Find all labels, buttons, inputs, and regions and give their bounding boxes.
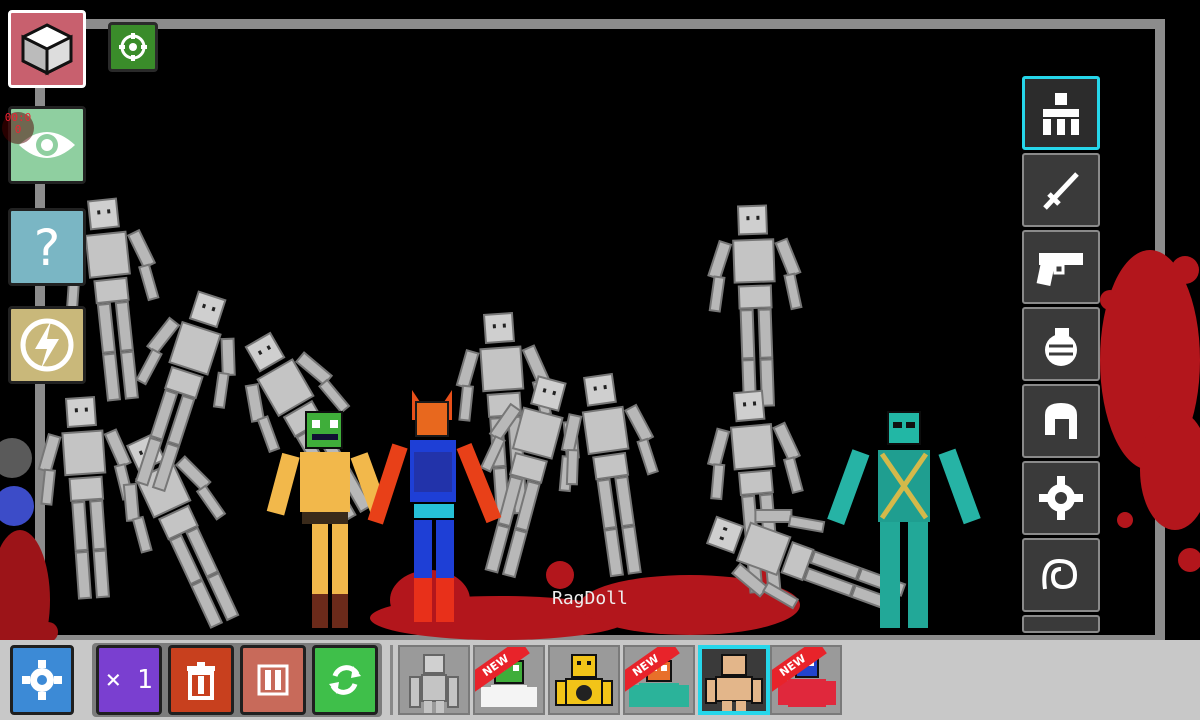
pause-icon xyxy=(257,664,289,696)
human-ragdoll-thumbnail xyxy=(705,654,763,711)
sword-icon xyxy=(1043,172,1079,210)
tool-armor[interactable] xyxy=(1022,384,1100,458)
game-scene[interactable] xyxy=(0,0,1200,720)
ragdoll-figure[interactable] xyxy=(705,203,806,409)
item-yellow-robot[interactable] xyxy=(548,645,620,715)
gear-icon xyxy=(1039,476,1083,520)
target-button[interactable] xyxy=(108,22,158,72)
ragdoll-name-label: RagDoll xyxy=(552,588,628,609)
bar-divider xyxy=(390,645,393,715)
item-green-creature[interactable]: NEW xyxy=(473,645,545,715)
tool-machinery[interactable] xyxy=(1022,461,1100,535)
reset-button[interactable] xyxy=(312,645,378,715)
blood-splatter-right xyxy=(1100,250,1200,572)
item-orange-character[interactable]: NEW xyxy=(623,645,695,715)
item-gray-ragdoll[interactable] xyxy=(398,645,470,715)
item-human-ragdoll[interactable] xyxy=(698,645,770,715)
power-button[interactable] xyxy=(8,306,86,384)
swirl-icon xyxy=(1042,558,1078,590)
gray-ragdoll-thumbnail xyxy=(409,654,459,713)
spawn-mode-button[interactable] xyxy=(8,10,86,88)
lightning-bolt-icon xyxy=(20,318,74,372)
gear-icon xyxy=(22,660,62,700)
ragdoll-figure[interactable] xyxy=(551,368,673,582)
isometric-cube-icon xyxy=(21,23,73,76)
tool-firearms[interactable] xyxy=(1022,230,1100,304)
grenade-icon xyxy=(1045,328,1077,366)
time-scale-button[interactable]: × 1 xyxy=(96,645,162,715)
elapsed-timer: 00:0 0 xyxy=(2,112,34,144)
pause-button[interactable] xyxy=(240,645,306,715)
trash-icon xyxy=(187,662,215,700)
tool-more[interactable] xyxy=(1022,615,1100,633)
help-button[interactable]: ? xyxy=(8,208,86,286)
tool-melee[interactable] xyxy=(1022,153,1100,227)
pistol-icon xyxy=(1036,253,1083,286)
ragdoll-figure[interactable] xyxy=(33,393,141,602)
tool-explosives[interactable] xyxy=(1022,307,1100,381)
delete-button[interactable] xyxy=(168,645,234,715)
refresh-icon xyxy=(329,665,361,695)
crosshair-icon xyxy=(119,33,147,61)
svg-text:?: ? xyxy=(34,219,61,277)
helmet-icon xyxy=(1045,403,1077,439)
tool-misc[interactable] xyxy=(1022,538,1100,612)
figures-icon xyxy=(1043,93,1079,135)
item-blue-red-character[interactable]: NEW xyxy=(770,645,842,715)
settings-button[interactable] xyxy=(10,645,74,715)
question-mark-icon: ? xyxy=(34,219,61,277)
tool-figures[interactable] xyxy=(1022,76,1100,150)
yellow-robot-thumbnail xyxy=(555,654,613,706)
multiplier-label: × 1 xyxy=(105,665,153,695)
